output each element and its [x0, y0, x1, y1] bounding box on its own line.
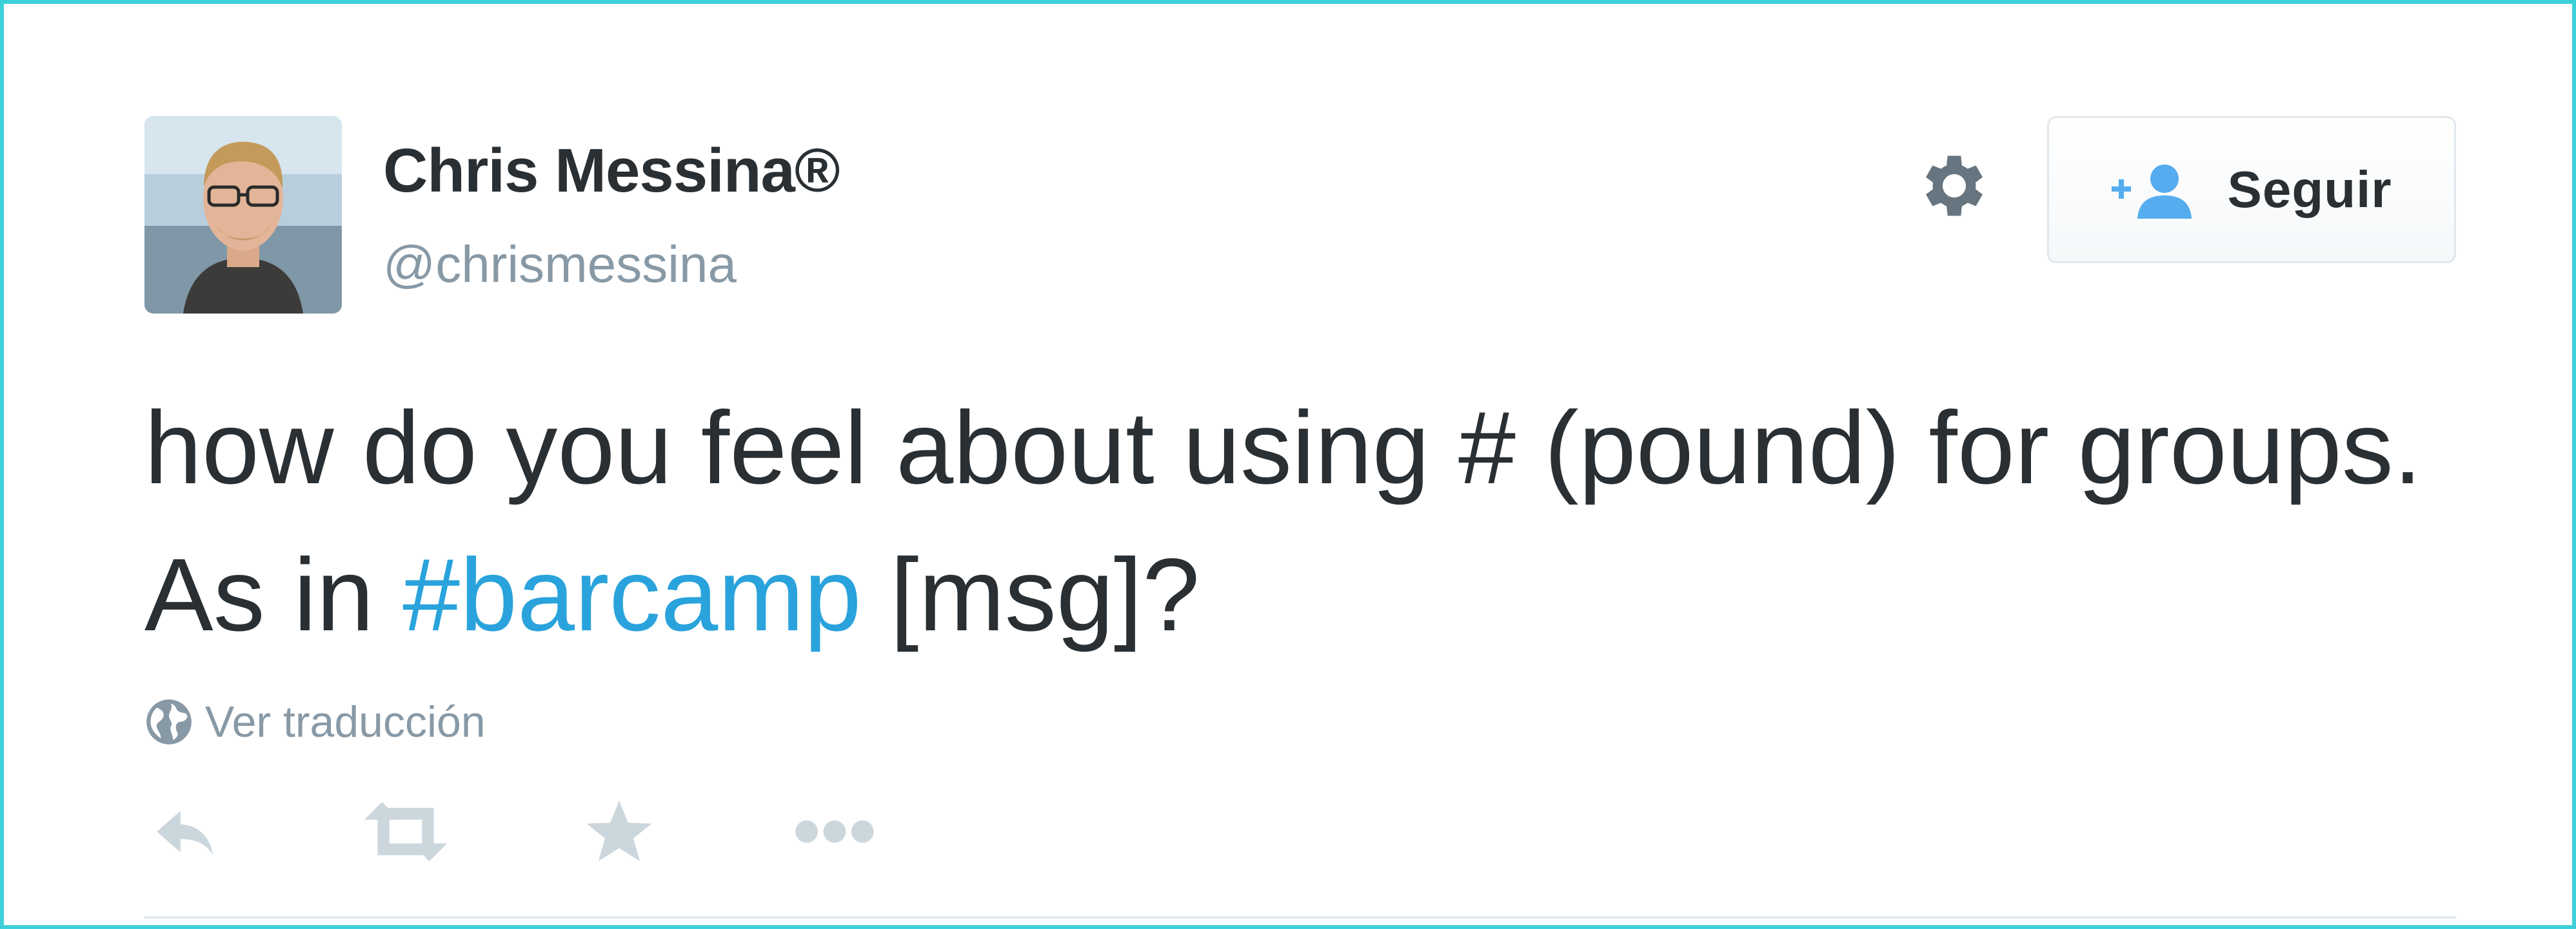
- more-button[interactable]: [789, 796, 880, 867]
- translate-label: Ver traducción: [205, 697, 486, 746]
- star-icon: [586, 800, 652, 861]
- translate-link[interactable]: Ver traducción: [144, 697, 486, 747]
- follow-button[interactable]: Seguir: [2047, 116, 2456, 263]
- follow-button-label: Seguir: [2227, 161, 2392, 218]
- reply-icon: [157, 810, 213, 855]
- more-dots-icon: [795, 820, 874, 843]
- favorite-button[interactable]: [580, 796, 658, 867]
- tweet-text-part: [msg]?: [861, 537, 1200, 652]
- author-handle[interactable]: @chrismessina: [383, 235, 737, 294]
- reply-button[interactable]: [144, 796, 228, 867]
- globe-icon: [146, 699, 192, 744]
- gear-icon[interactable]: [1914, 146, 1994, 226]
- divider: [144, 916, 2456, 919]
- hashtag-link[interactable]: #barcamp: [402, 537, 861, 652]
- add-user-icon: [2111, 165, 2192, 219]
- avatar[interactable]: [144, 116, 342, 314]
- tweet-text: how do you feel about using # (pound) fo…: [144, 374, 2466, 668]
- author-display-name[interactable]: Chris Messina®: [383, 135, 840, 206]
- user-avatar-photo: [144, 116, 342, 314]
- retweet-button[interactable]: [357, 796, 454, 867]
- retweet-icon: [364, 802, 448, 861]
- tweet-actions: [0, 796, 2576, 867]
